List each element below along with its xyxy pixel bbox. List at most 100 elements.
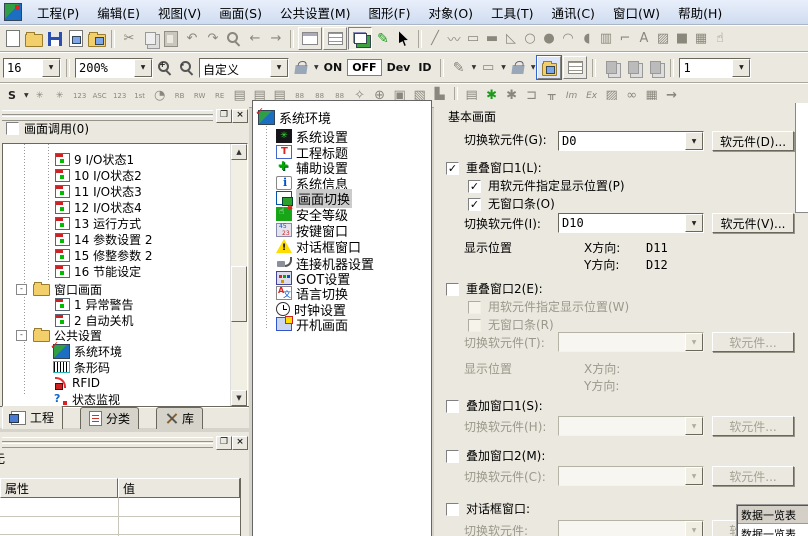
- open-screen-icon[interactable]: [87, 29, 107, 49]
- tree-root-system-env[interactable]: 系统环境: [258, 109, 331, 125]
- comment-bit-icon[interactable]: RB: [171, 86, 189, 106]
- tree-item-screen-14[interactable]: 14 参数设置 2: [55, 231, 153, 247]
- draw-scale-icon[interactable]: ▥: [597, 29, 615, 49]
- draw-paint-icon[interactable]: ▨: [654, 29, 672, 49]
- dropdown-arrow-icon[interactable]: ▼: [134, 59, 152, 77]
- scrollbar-thumb[interactable]: [231, 266, 247, 322]
- menu-project[interactable]: 工程(P): [28, 0, 88, 25]
- dropdown-arrow-icon[interactable]: ▼: [42, 59, 60, 77]
- draw-text-icon[interactable]: A: [635, 29, 653, 49]
- screen-property-toggle[interactable]: [298, 27, 322, 50]
- lamp-area-icon[interactable]: ✳: [51, 86, 69, 106]
- tree-item-screen-10[interactable]: 10 I/O状态2: [55, 167, 142, 183]
- back-icon[interactable]: ←: [245, 29, 265, 49]
- draw-filled-area-icon[interactable]: ■: [673, 29, 691, 49]
- comment-simple-icon[interactable]: RE: [211, 86, 229, 106]
- panel-maximize-button[interactable]: ❐: [216, 109, 232, 123]
- tree-item-screen-11[interactable]: 11 I/O状态3: [55, 183, 142, 199]
- forward-icon[interactable]: →: [266, 29, 286, 49]
- tab-category[interactable]: 分类: [80, 407, 139, 429]
- on-state-button[interactable]: ON: [321, 61, 346, 74]
- menu-screen[interactable]: 画面(S): [210, 0, 271, 25]
- tree-scrollbar[interactable]: ▲ ▼: [230, 144, 247, 407]
- data-list-tab[interactable]: 数据一览表: [738, 524, 808, 536]
- zoom-combo[interactable]: 200% ▼: [75, 58, 153, 78]
- dropdown-arrow-icon[interactable]: ▼: [685, 214, 703, 232]
- overlap1-checkbox[interactable]: ✓: [446, 162, 459, 175]
- tab-library[interactable]: 库: [156, 407, 203, 429]
- menu-figure[interactable]: 图形(F): [360, 0, 420, 25]
- tree-item-window-1[interactable]: 1 异常警告: [55, 296, 133, 312]
- draw-filled-rect-icon[interactable]: ▬: [483, 29, 501, 49]
- collapse-expander[interactable]: -: [16, 284, 27, 295]
- tree-item-screen-12[interactable]: 12 I/O状态4: [55, 199, 142, 215]
- panel-gripper[interactable]: [2, 110, 213, 115]
- panel-gripper[interactable]: [2, 437, 213, 442]
- draw-touch-icon[interactable]: ☝: [711, 29, 729, 49]
- paint-style-icon[interactable]: [508, 58, 528, 78]
- edit-vertex-icon[interactable]: ✎: [373, 29, 393, 49]
- draw-line-icon[interactable]: ╱: [426, 29, 444, 49]
- tree-item-screen-9[interactable]: 9 I/O状态1: [55, 151, 134, 167]
- property-column-header[interactable]: 属性: [0, 478, 118, 498]
- switch-object-dropdown-icon[interactable]: ▼: [24, 92, 29, 99]
- layer-preview-toggle[interactable]: [348, 27, 372, 50]
- dropdown-arrow-icon[interactable]: ▼: [732, 59, 750, 77]
- window-copy-2-icon[interactable]: [623, 58, 643, 78]
- copy-icon[interactable]: [140, 29, 160, 49]
- data-view-toggle[interactable]: [323, 27, 347, 50]
- screen-call-checkbox[interactable]: ✓: [6, 122, 19, 135]
- scroll-down-icon[interactable]: ▼: [231, 390, 247, 406]
- draw-rect-icon[interactable]: ▭: [464, 29, 482, 49]
- font-size-combo[interactable]: 16 ▼: [3, 58, 61, 78]
- draw-arc-icon[interactable]: ◠: [559, 29, 577, 49]
- frame-style-icon[interactable]: ▭: [478, 58, 498, 78]
- menu-object[interactable]: 对象(O): [419, 0, 482, 25]
- panel-gripper[interactable]: [2, 443, 213, 448]
- overlap2-checkbox[interactable]: ✓: [446, 283, 459, 296]
- draw-pipe-icon[interactable]: ⌐: [616, 29, 634, 49]
- line-style-icon[interactable]: ✎: [449, 58, 469, 78]
- comment-word-icon[interactable]: RW: [191, 86, 209, 106]
- tree-item-system-env[interactable]: 系统环境: [53, 343, 122, 359]
- fill-color-dropdown-icon[interactable]: ▼: [314, 64, 319, 71]
- layer-combo[interactable]: 1 ▼: [679, 58, 751, 78]
- overlap1-nobar-checkbox[interactable]: ✓: [468, 198, 481, 211]
- value-column-header[interactable]: 值: [118, 478, 240, 498]
- draw-sector-icon[interactable]: ◖: [578, 29, 596, 49]
- superimpose2-checkbox[interactable]: ✓: [446, 450, 459, 463]
- panel-close-button[interactable]: ×: [232, 436, 248, 450]
- data-list-titlebar[interactable]: 数据一览表: [738, 506, 808, 524]
- overlap1-position-checkbox[interactable]: ✓: [468, 180, 481, 193]
- superimpose1-checkbox[interactable]: ✓: [446, 400, 459, 413]
- frame-style-dropdown-icon[interactable]: ▼: [501, 64, 506, 71]
- base-device-button[interactable]: 软元件(D)...: [712, 131, 794, 151]
- style-combo[interactable]: 自定义 ▼: [199, 58, 289, 78]
- numeric-input-icon[interactable]: 123: [111, 86, 129, 106]
- tree-item-screen-15[interactable]: 15 修整参数 2: [55, 247, 153, 263]
- draw-ellipse-icon[interactable]: ○: [521, 29, 539, 49]
- draw-polyline-icon[interactable]: 〰: [445, 29, 463, 49]
- redo-icon[interactable]: ↷: [203, 29, 223, 49]
- zoom-in-icon[interactable]: +: [155, 58, 175, 78]
- paste-icon[interactable]: [161, 29, 181, 49]
- id-view-button[interactable]: ID: [415, 61, 434, 74]
- clock-display-icon[interactable]: ◔: [151, 86, 169, 106]
- tree-item-barcode[interactable]: 条形码: [53, 359, 110, 375]
- zoom-select-icon[interactable]: [224, 29, 244, 49]
- menu-help[interactable]: 帮助(H): [669, 0, 731, 25]
- off-state-button[interactable]: OFF: [347, 59, 381, 76]
- tree-item-rfid[interactable]: RFID: [53, 375, 100, 391]
- select-cursor-icon[interactable]: [394, 29, 414, 49]
- tree-item-screen-16[interactable]: 16 节能设定: [55, 263, 141, 279]
- menu-common[interactable]: 公共设置(M): [271, 0, 360, 25]
- collapse-expander[interactable]: -: [16, 330, 27, 341]
- panel-gripper[interactable]: [2, 116, 213, 121]
- window-copy-3-icon[interactable]: [645, 58, 665, 78]
- menu-window[interactable]: 窗口(W): [604, 0, 669, 25]
- new-screen-icon[interactable]: [66, 29, 86, 49]
- cut-icon[interactable]: ✂: [119, 29, 139, 49]
- panel-close-button[interactable]: ×: [232, 109, 248, 123]
- overlap1-device-combo[interactable]: D10 ▼: [558, 213, 704, 233]
- dialog-window-checkbox[interactable]: ✓: [446, 503, 459, 516]
